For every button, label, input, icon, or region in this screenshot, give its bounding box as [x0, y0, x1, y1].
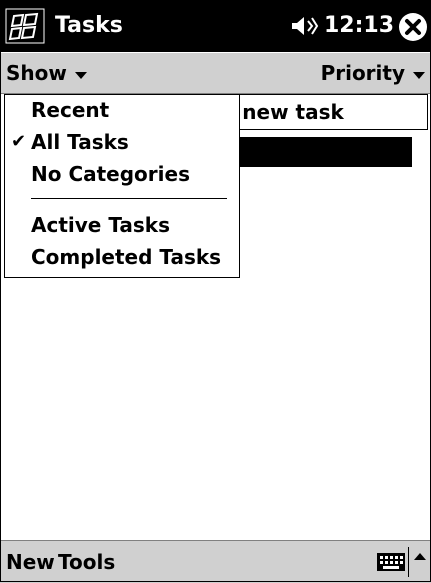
priority-label: Priority — [320, 61, 405, 85]
menu-item-label: Recent — [31, 98, 110, 122]
app-title: Tasks — [55, 13, 123, 38]
checkmark-icon: ✔ — [11, 131, 27, 152]
speaker-icon[interactable] — [290, 14, 320, 38]
sip-up-arrow-icon[interactable] — [414, 553, 426, 560]
clock[interactable]: 12:13 — [324, 12, 394, 40]
menu-item-label: Active Tasks — [31, 213, 170, 237]
command-bar: New Tools — [0, 540, 431, 583]
keyboard-icon[interactable] — [376, 551, 406, 573]
show-menu-button[interactable]: Show — [6, 59, 87, 87]
show-label: Show — [6, 61, 67, 85]
menu-divider — [31, 198, 227, 199]
close-icon[interactable] — [398, 12, 428, 42]
menu-item-label: Completed Tasks — [31, 245, 222, 269]
title-bar: Tasks 12:13 — [0, 0, 431, 52]
menu-bar: Show Priority — [0, 53, 431, 94]
tools-menu-button[interactable]: Tools — [58, 549, 115, 575]
sip-divider — [408, 547, 409, 577]
menu-item-label: No Categories — [31, 162, 190, 186]
menu-item-label: All Tasks — [31, 130, 129, 154]
menu-item-all-tasks[interactable]: ✔ All Tasks — [5, 127, 239, 157]
chevron-down-icon — [413, 71, 425, 79]
new-button[interactable]: New — [6, 549, 55, 575]
menu-item-recent[interactable]: Recent — [5, 95, 239, 125]
menu-item-completed-tasks[interactable]: Completed Tasks — [5, 242, 239, 272]
chevron-down-icon — [74, 71, 87, 79]
priority-sort-button[interactable]: Priority — [321, 59, 425, 87]
menu-item-no-categories[interactable]: No Categories — [5, 159, 239, 189]
menu-item-active-tasks[interactable]: Active Tasks — [5, 210, 239, 240]
windows-start-icon[interactable] — [5, 8, 45, 44]
show-dropdown-menu: Recent ✔ All Tasks No Categories Active … — [4, 94, 240, 278]
